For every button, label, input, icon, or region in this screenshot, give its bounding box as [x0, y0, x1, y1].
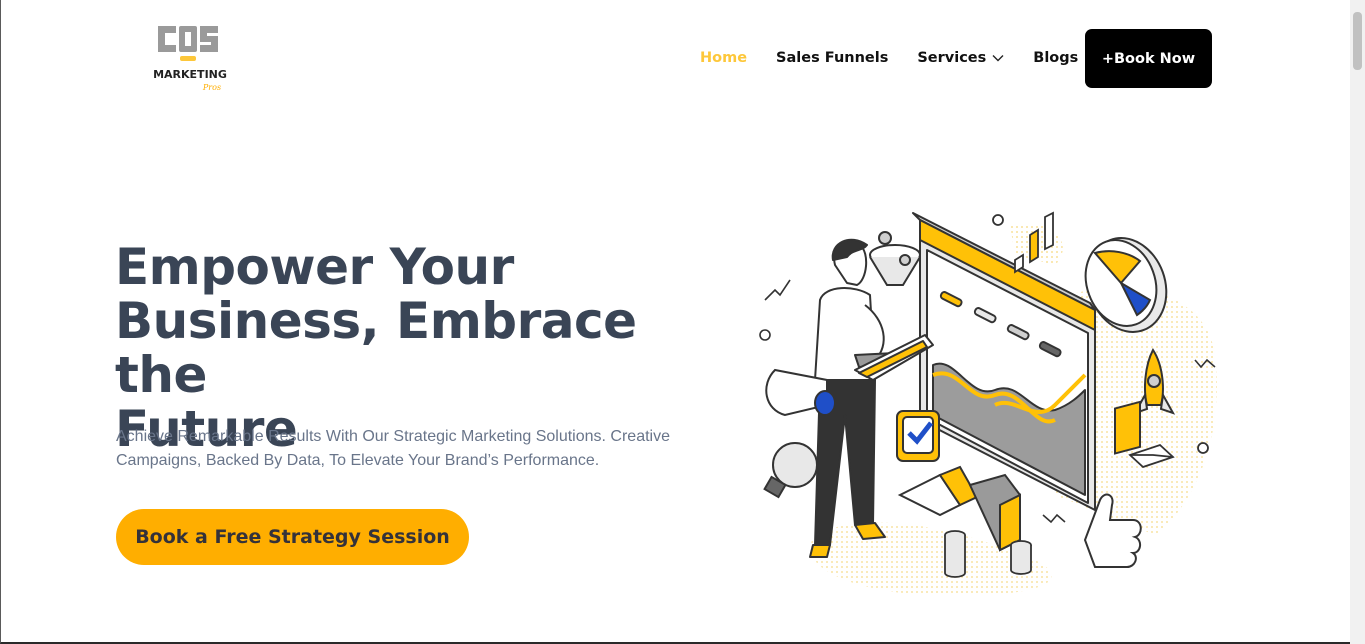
main-nav: Home Sales Funnels Services Blogs — [680, 29, 1107, 87]
check-badge-icon — [896, 410, 940, 462]
vertical-scrollbar[interactable] — [1350, 0, 1365, 644]
logo-text-script: Pros — [202, 83, 221, 92]
nav-services-label: Services — [917, 50, 987, 66]
light-bulb-icon — [763, 442, 818, 499]
nav-services[interactable]: Services — [917, 50, 1004, 66]
nav-blogs[interactable]: Blogs — [1033, 50, 1078, 66]
logo-text-marketing: MARKETING — [154, 68, 227, 81]
nav-home[interactable]: Home — [700, 50, 747, 66]
book-now-button[interactable]: +Book Now — [1085, 29, 1212, 88]
hero-title-line-2: Business, Embrace the — [115, 292, 637, 404]
hero-subtitle-line-2: Campaigns, Backed By Data, To Elevate Yo… — [116, 452, 600, 469]
nav-sales-funnels[interactable]: Sales Funnels — [776, 50, 888, 66]
logo[interactable]: MARKETING Pros — [153, 22, 228, 94]
hero-subtitle-line-1: Achieve Remarkable Results With Our Stra… — [116, 428, 670, 445]
scrollbar-thumb[interactable] — [1353, 12, 1362, 70]
hero-illustration — [755, 205, 1225, 600]
hero-subtitle: Achieve Remarkable Results With Our Stra… — [116, 425, 686, 473]
hero-title-line-1: Empower Your — [115, 238, 514, 296]
dashboard-screen — [912, 212, 1096, 511]
nav-blogs-label: Blogs — [1033, 50, 1079, 66]
funnel-icon — [869, 231, 921, 286]
hero-title: Empower Your Business, Embrace the Futur… — [115, 240, 715, 456]
nav-home-label: Home — [700, 50, 748, 66]
nav-sales-funnels-label: Sales Funnels — [776, 50, 889, 66]
chevron-down-icon — [992, 50, 1004, 66]
book-strategy-session-button[interactable]: Book a Free Strategy Session — [116, 509, 469, 565]
